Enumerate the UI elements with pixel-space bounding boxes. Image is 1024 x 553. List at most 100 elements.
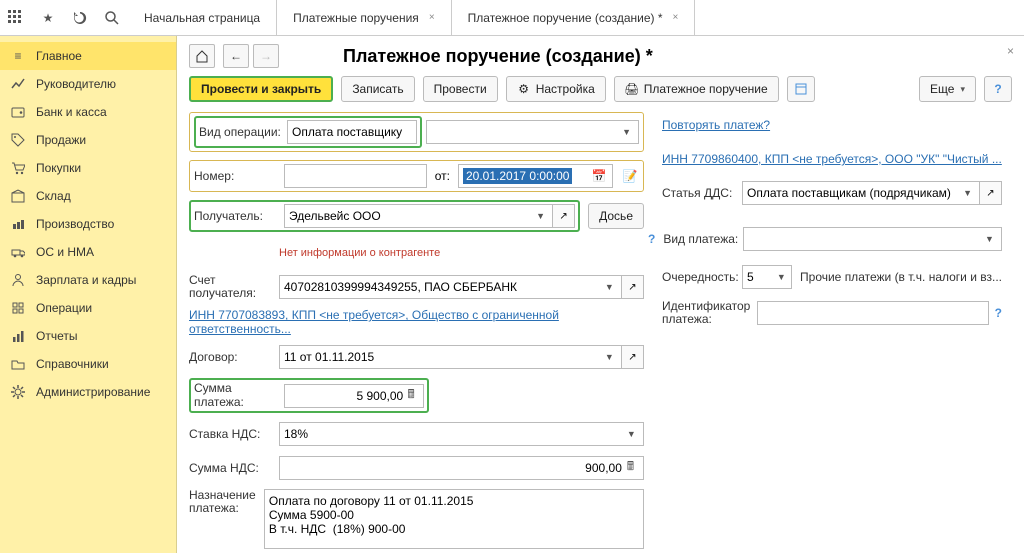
open-icon[interactable]: ↗ — [622, 345, 644, 369]
post-and-close-button[interactable]: Провести и закрыть — [189, 76, 333, 102]
op-type-extra-input[interactable] — [431, 125, 619, 139]
dds-input[interactable] — [747, 186, 960, 200]
sidebar-item-bank[interactable]: Банк и касса — [0, 98, 176, 126]
sidebar-item-label: Склад — [36, 189, 71, 203]
sidebar-item-reports[interactable]: Отчеты — [0, 322, 176, 350]
history-icon[interactable] — [64, 0, 96, 36]
write-button[interactable]: Записать — [341, 76, 414, 102]
recipient-input[interactable] — [289, 209, 533, 223]
sidebar-item-production[interactable]: Производство — [0, 210, 176, 238]
star-icon[interactable]: ★ — [32, 0, 64, 36]
calculator-icon[interactable]: 🖩 — [622, 457, 639, 478]
tab-home[interactable]: Начальная страница — [128, 0, 277, 35]
close-icon[interactable]: × — [673, 12, 679, 23]
button-label: Платежное поручение — [644, 82, 768, 96]
apps-icon[interactable] — [0, 0, 32, 36]
sidebar-item-hr[interactable]: Зарплата и кадры — [0, 266, 176, 294]
open-icon[interactable]: ↗ — [980, 181, 1002, 205]
vat-rate-input[interactable] — [284, 427, 624, 441]
dossier-button[interactable]: Досье — [588, 203, 644, 229]
number-input[interactable] — [289, 169, 422, 183]
tab-document[interactable]: Платежное поручение (создание) * × — [452, 0, 696, 35]
no-info-warning: Нет информации о контрагенте — [279, 247, 440, 259]
priority-label: Очередность: — [662, 270, 742, 284]
sidebar-item-sales[interactable]: Продажи — [0, 126, 176, 154]
search-icon[interactable] — [96, 0, 128, 36]
settings-button[interactable]: ⚙ Настройка — [506, 76, 606, 102]
print-form-button[interactable]: 🖨 Платежное поручение — [614, 76, 779, 102]
repeat-payment-link[interactable]: Повторять платеж? — [662, 118, 770, 132]
tab-label: Платежное поручение (создание) * — [468, 11, 663, 25]
sidebar-item-label: Производство — [36, 217, 114, 231]
calculator-icon[interactable]: 🖩 — [403, 385, 419, 406]
sidebar: ≡Главное Руководителю Банк и касса Прода… — [0, 36, 177, 553]
recipient-label: Получатель: — [194, 209, 284, 223]
sidebar-item-main[interactable]: ≡Главное — [0, 42, 176, 70]
box-icon — [10, 188, 26, 204]
gear-icon: ⚙ — [517, 82, 531, 96]
priority-input[interactable] — [747, 270, 776, 284]
purpose-input[interactable] — [264, 489, 644, 549]
back-button[interactable]: ← — [223, 44, 249, 68]
help-button[interactable]: ? — [984, 76, 1012, 102]
chevron-down-icon[interactable]: ▼ — [624, 429, 639, 439]
pay-type-input[interactable] — [748, 232, 982, 246]
print-icon: 🖨 — [625, 82, 639, 96]
chevron-down-icon[interactable]: ▼ — [533, 211, 548, 221]
open-icon[interactable]: ↗ — [553, 204, 575, 228]
sidebar-item-admin[interactable]: Администрирование — [0, 378, 176, 406]
more-button[interactable]: Еще — [919, 76, 976, 102]
pay-id-help-icon[interactable]: ? — [995, 306, 1002, 320]
account-help-icon[interactable]: ? — [648, 232, 655, 246]
folder-icon — [10, 356, 26, 372]
op-type-input[interactable] — [292, 125, 412, 139]
vat-sum-label: Сумма НДС: — [189, 461, 279, 475]
menu-icon: ≡ — [10, 48, 26, 64]
sidebar-item-manager[interactable]: Руководителю — [0, 70, 176, 98]
calendar-icon[interactable]: 📅 — [590, 169, 608, 183]
vat-rate-label: Ставка НДС: — [189, 427, 279, 441]
button-label: Провести — [434, 82, 487, 96]
close-icon[interactable]: × — [429, 12, 435, 23]
inn-link[interactable]: ИНН 7709860400, КПП <не требуется>, ООО … — [662, 152, 1002, 166]
structure-button[interactable] — [787, 76, 815, 102]
pay-id-input[interactable] — [762, 306, 984, 320]
sidebar-item-assets[interactable]: ОС и НМА — [0, 238, 176, 266]
sidebar-item-warehouse[interactable]: Склад — [0, 182, 176, 210]
open-icon[interactable]: ↗ — [622, 275, 644, 299]
sidebar-item-catalogs[interactable]: Справочники — [0, 350, 176, 378]
button-label: Еще — [930, 82, 954, 96]
forward-button[interactable]: → — [253, 44, 279, 68]
chevron-down-icon[interactable]: ▼ — [776, 272, 787, 282]
report-icon — [10, 328, 26, 344]
chevron-down-icon[interactable]: ▼ — [619, 127, 634, 137]
note-icon[interactable]: 📝 — [621, 169, 639, 183]
account-input[interactable] — [284, 280, 602, 294]
close-page-button[interactable]: × — [1007, 44, 1014, 58]
button-label: Провести и закрыть — [201, 82, 321, 96]
tab-label: Платежные поручения — [293, 11, 419, 25]
sum-input[interactable] — [289, 389, 403, 403]
sidebar-item-operations[interactable]: Операции — [0, 294, 176, 322]
priority-text: Прочие платежи (в т.ч. налоги и вз... — [800, 270, 1002, 284]
contract-input[interactable] — [284, 350, 602, 364]
chevron-down-icon[interactable]: ▼ — [982, 234, 997, 244]
sidebar-item-purchases[interactable]: Покупки — [0, 154, 176, 182]
chevron-down-icon[interactable]: ▼ — [960, 188, 975, 198]
contract-label: Договор: — [189, 350, 279, 364]
date-input[interactable]: 20.01.2017 0:00:00 📅 — [458, 164, 613, 188]
vat-sum-input[interactable] — [284, 461, 622, 475]
tab-label: Начальная страница — [144, 11, 260, 25]
sidebar-item-label: Операции — [36, 301, 92, 315]
sidebar-item-label: ОС и НМА — [36, 245, 94, 259]
chevron-down-icon[interactable]: ▼ — [602, 352, 617, 362]
tab-list[interactable]: Платежные поручения × — [277, 0, 452, 35]
number-label: Номер: — [194, 169, 284, 183]
date-value: 20.01.2017 0:00:00 — [463, 168, 572, 184]
sidebar-item-label: Руководителю — [36, 77, 116, 91]
button-label: Настройка — [536, 82, 595, 96]
home-button[interactable] — [189, 44, 215, 68]
recipient-bank-link[interactable]: ИНН 7707083893, КПП <не требуется>, Обще… — [189, 308, 644, 336]
chevron-down-icon[interactable]: ▼ — [602, 282, 617, 292]
post-button[interactable]: Провести — [423, 76, 498, 102]
